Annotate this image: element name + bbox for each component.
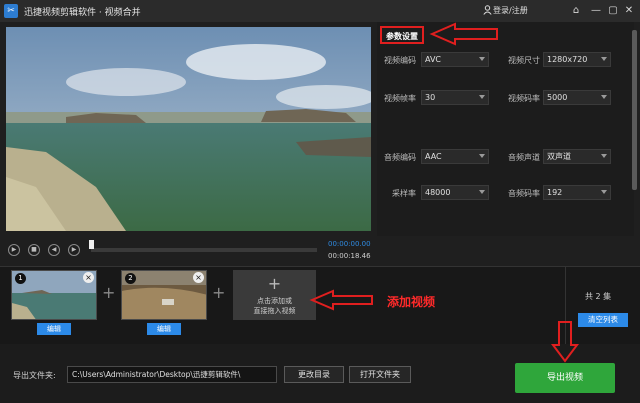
change-dir-button[interactable]: 更改目录 [284, 366, 344, 383]
app-icon: ✂ [4, 4, 18, 18]
video-bitrate-select[interactable]: 5000 [543, 90, 611, 105]
video-size-select[interactable]: 1280x720 [543, 52, 611, 67]
chevron-down-icon [601, 57, 607, 61]
params-title: 参数设置 [380, 26, 424, 44]
total-time: 00:00:18.46 [328, 252, 371, 260]
progress-bar[interactable] [91, 248, 317, 252]
sample-rate-label: 采样率 [392, 189, 416, 198]
chevron-down-icon [479, 154, 485, 158]
video-size-label: 视频尺寸 [508, 56, 540, 65]
edit-button[interactable]: 编辑 [147, 323, 181, 335]
audio-channel-value: 双声道 [547, 152, 571, 161]
add-video-box[interactable]: + 点击添加或 直接拖入视频 [233, 270, 316, 320]
chevron-down-icon [601, 154, 607, 158]
stop-icon[interactable]: ■ [28, 244, 40, 256]
sample-rate-value: 48000 [425, 188, 451, 197]
chevron-down-icon [601, 190, 607, 194]
video-codec-value: AVC [425, 55, 442, 64]
open-folder-button[interactable]: 打开文件夹 [349, 366, 411, 383]
export-button[interactable]: 导出视频 [515, 363, 615, 393]
prev-frame-icon[interactable]: ◀ [48, 244, 60, 256]
audio-codec-value: AAC [425, 152, 442, 161]
frame-rate-value: 30 [425, 93, 436, 102]
video-frame-image [6, 27, 371, 231]
video-codec-label: 视频编码 [384, 56, 416, 65]
clip-count: 共 2 集 [585, 292, 612, 301]
audio-channel-label: 音频声道 [508, 153, 540, 162]
plus-icon: + [212, 283, 226, 302]
video-codec-select[interactable]: AVC [421, 52, 489, 67]
video-bitrate-value: 5000 [547, 93, 568, 102]
audio-bitrate-value: 192 [547, 188, 563, 197]
login-link[interactable]: 登录/注册 [493, 5, 528, 16]
chevron-down-icon [601, 95, 607, 99]
list-panel [565, 267, 640, 344]
params-scrollbar[interactable] [632, 30, 637, 190]
audio-bitrate-label: 音频码率 [508, 189, 540, 198]
audio-codec-select[interactable]: AAC [421, 149, 489, 164]
video-preview[interactable] [6, 27, 371, 231]
annotation-label: 添加视频 [387, 295, 436, 309]
frame-rate-select[interactable]: 30 [421, 90, 489, 105]
window-title: 迅捷视频剪辑软件 · 视频合并 [24, 8, 141, 18]
chevron-down-icon [479, 57, 485, 61]
remove-clip-icon[interactable]: × [193, 272, 204, 283]
chevron-down-icon [479, 190, 485, 194]
current-time: 00:00:00.00 [328, 240, 371, 248]
clear-list-button[interactable]: 清空列表 [578, 313, 628, 327]
audio-channel-select[interactable]: 双声道 [543, 149, 611, 164]
play-icon[interactable]: ▶ [8, 244, 20, 256]
clip-index-badge: 2 [125, 273, 136, 284]
add-hint-line2: 直接拖入视频 [253, 307, 296, 315]
audio-codec-label: 音频编码 [384, 153, 416, 162]
edit-button[interactable]: 编辑 [37, 323, 71, 335]
home-icon[interactable]: ⌂ [569, 4, 583, 18]
maximize-icon[interactable]: ▢ [606, 4, 620, 18]
minimize-icon[interactable]: — [589, 4, 603, 18]
clip-index-badge: 1 [15, 273, 26, 284]
plus-icon: + [102, 283, 116, 302]
add-plus-icon: + [267, 274, 282, 293]
chevron-down-icon [479, 95, 485, 99]
output-folder-label: 导出文件夹: [13, 371, 56, 380]
video-size-value: 1280x720 [547, 55, 588, 64]
add-hint-line1: 点击添加或 [257, 297, 292, 305]
sample-rate-select[interactable]: 48000 [421, 185, 489, 200]
remove-clip-icon[interactable]: × [83, 272, 94, 283]
audio-bitrate-select[interactable]: 192 [543, 185, 611, 200]
progress-handle[interactable] [89, 240, 94, 249]
user-icon[interactable] [483, 5, 492, 15]
frame-rate-label: 视频帧率 [384, 94, 416, 103]
video-bitrate-label: 视频码率 [508, 94, 540, 103]
close-icon[interactable]: ✕ [622, 4, 636, 18]
next-frame-icon[interactable]: ▶ [68, 244, 80, 256]
output-path-field[interactable]: C:\Users\Administrator\Desktop\迅捷剪辑软件\ [67, 366, 277, 383]
